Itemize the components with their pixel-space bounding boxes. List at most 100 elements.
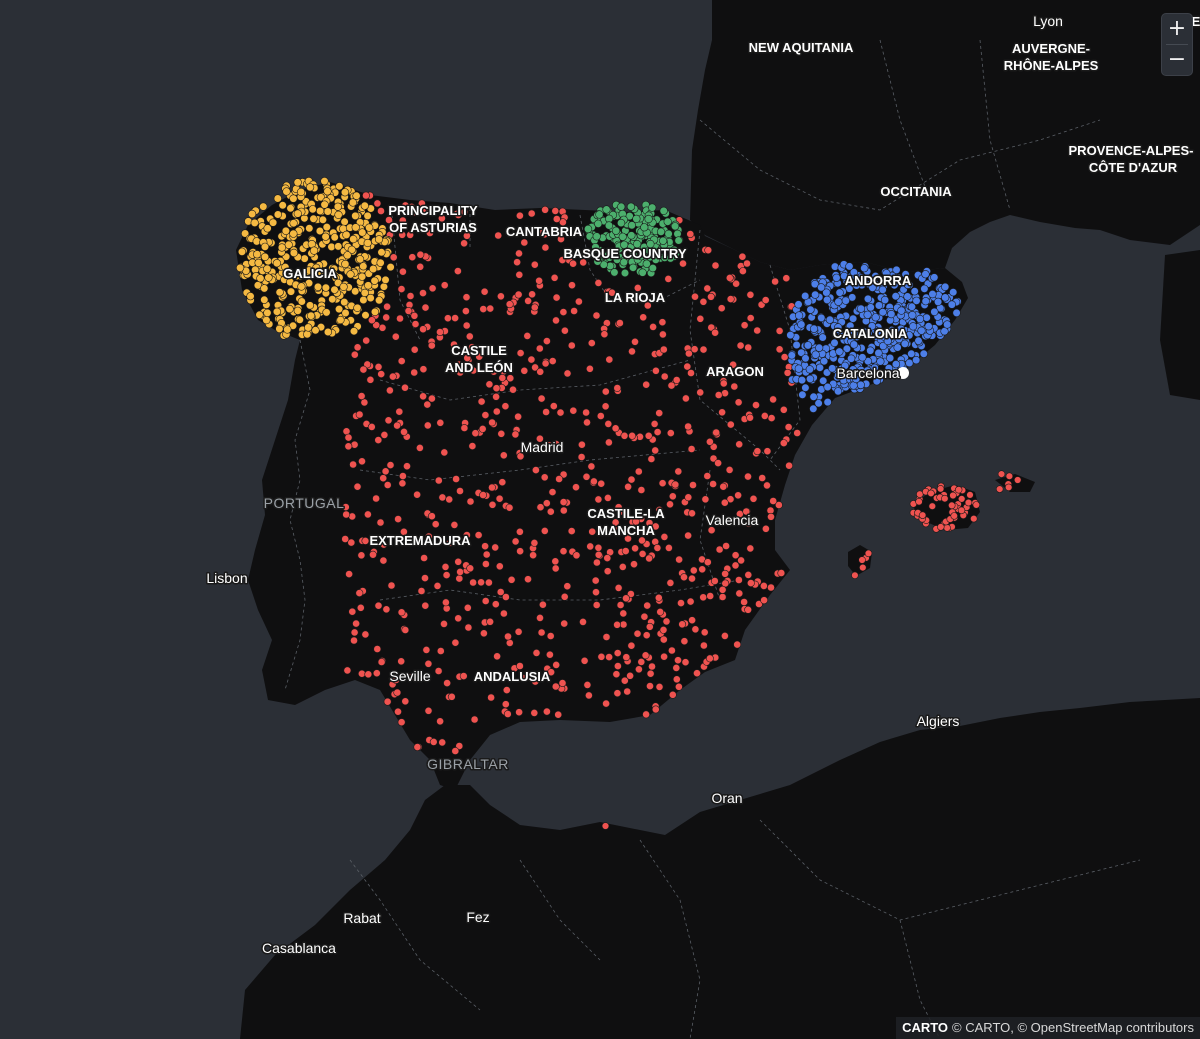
map-point[interactable] [308,205,317,214]
map-point[interactable] [468,442,477,450]
map-point[interactable] [421,574,429,582]
map-point[interactable] [841,296,850,305]
map-point[interactable] [361,311,370,320]
map-point[interactable] [594,550,603,559]
map-point[interactable] [641,651,650,660]
map-point[interactable] [528,290,536,299]
map-point[interactable] [928,290,937,299]
map-point[interactable] [379,474,388,483]
map-point[interactable] [684,422,692,431]
map-point[interactable] [381,467,390,476]
map-point[interactable] [720,498,729,507]
map-point[interactable] [863,310,872,319]
map-point[interactable] [777,569,786,577]
map-point[interactable] [323,187,332,196]
map-point[interactable] [260,295,269,304]
map-point[interactable] [746,413,754,422]
map-point[interactable] [752,401,760,409]
map-point[interactable] [542,408,550,416]
map-point[interactable] [253,250,262,259]
map-viewport[interactable]: Lyon LE NEW AQUITANIA AUVERGNE- RHÔNE-AL… [0,0,1200,1039]
map-point[interactable] [620,431,629,440]
map-point[interactable] [440,281,449,290]
map-point[interactable] [436,328,444,336]
map-point[interactable] [491,600,500,609]
map-point[interactable] [917,326,926,335]
map-point[interactable] [394,515,402,523]
map-point[interactable] [383,697,392,706]
map-point[interactable] [699,297,708,306]
map-point[interactable] [394,707,402,716]
map-point[interactable] [592,311,601,320]
map-point[interactable] [783,368,792,377]
map-point[interactable] [915,498,923,506]
map-point[interactable] [322,308,331,317]
map-point[interactable] [357,669,366,678]
map-point[interactable] [481,597,490,605]
map-point[interactable] [511,537,520,546]
map-point[interactable] [681,658,690,667]
map-point[interactable] [744,343,753,352]
map-point[interactable] [684,493,693,502]
map-point[interactable] [721,569,729,578]
map-point[interactable] [605,438,613,447]
map-point[interactable] [688,574,696,583]
map-point[interactable] [611,424,620,433]
map-point[interactable] [546,650,554,659]
map-point[interactable] [415,443,424,452]
map-point[interactable] [680,637,689,646]
map-point[interactable] [693,669,701,678]
map-point[interactable] [648,662,656,671]
map-point[interactable] [627,221,637,230]
map-point[interactable] [349,235,358,244]
map-point[interactable] [731,561,740,570]
map-point[interactable] [642,259,651,268]
map-point[interactable] [496,588,505,596]
map-point[interactable] [455,574,464,583]
map-point[interactable] [523,331,532,340]
map-point[interactable] [647,455,656,463]
map-point[interactable] [632,214,641,223]
map-point[interactable] [700,628,709,637]
map-point[interactable] [666,429,675,437]
map-point[interactable] [305,224,314,233]
map-point[interactable] [359,295,368,305]
map-point[interactable] [891,292,900,301]
map-point[interactable] [957,495,966,503]
map-point[interactable] [524,575,532,584]
map-point[interactable] [264,273,273,282]
map-point[interactable] [646,682,654,690]
map-point[interactable] [860,264,869,273]
map-point[interactable] [659,330,667,339]
map-point[interactable] [436,717,444,726]
map-point[interactable] [527,209,536,218]
map-point[interactable] [798,390,807,399]
map-point[interactable] [691,625,700,634]
map-point[interactable] [374,436,383,444]
map-point[interactable] [496,292,505,301]
map-point[interactable] [645,622,654,631]
map-point[interactable] [678,620,687,629]
map-point[interactable] [698,565,707,574]
map-point[interactable] [811,350,820,359]
map-point[interactable] [602,699,610,708]
map-point[interactable] [927,489,935,497]
map-point[interactable] [529,551,537,560]
map-point[interactable] [377,370,386,378]
map-point[interactable] [907,349,916,358]
map-point[interactable] [604,221,614,230]
map-point[interactable] [957,506,966,515]
map-point[interactable] [491,543,500,552]
map-point[interactable] [717,304,726,313]
map-point[interactable] [387,581,396,590]
map-point[interactable] [427,341,436,350]
map-point[interactable] [691,292,699,301]
map-point[interactable] [866,346,875,355]
map-point[interactable] [580,656,589,665]
map-point[interactable] [283,325,292,334]
map-point[interactable] [665,544,673,552]
map-point[interactable] [421,601,430,610]
map-point[interactable] [482,550,491,559]
map-point[interactable] [803,341,813,350]
map-point[interactable] [516,547,524,556]
